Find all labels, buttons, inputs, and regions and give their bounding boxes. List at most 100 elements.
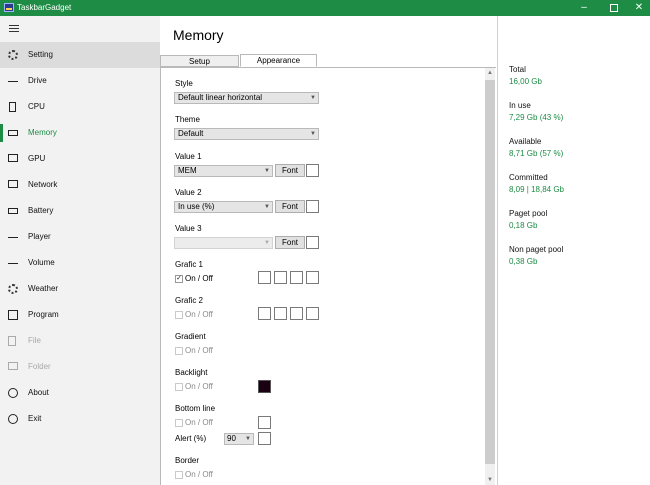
committed-label: Committed	[509, 173, 548, 182]
value1-select[interactable]: MEM ▼	[174, 165, 273, 177]
non-paget-pool-label: Non paget pool	[509, 245, 564, 254]
appearance-panel: Style Default linear horizontal ▼ Theme D…	[160, 67, 496, 485]
vertical-scrollbar[interactable]: ▲ ▼	[485, 68, 495, 485]
tab-appearance[interactable]: Appearance	[240, 54, 317, 67]
chevron-down-icon: ▼	[264, 204, 270, 210]
scrollbar-thumb[interactable]	[485, 80, 495, 464]
grafic1-color-1[interactable]	[258, 271, 271, 284]
sidebar-item-label: About	[28, 388, 49, 397]
memory-stats-panel: Total 16,00 Gb In use 7,29 Gb (43 %) Ava…	[497, 16, 650, 485]
chevron-down-icon: ▼	[245, 436, 251, 442]
folder-icon	[8, 362, 18, 370]
chevron-down-icon: ▼	[264, 168, 270, 174]
sidebar-item-label: GPU	[28, 154, 46, 163]
bottom-line-color-box[interactable]	[258, 416, 271, 429]
border-checkbox[interactable]	[175, 471, 183, 479]
paget-pool-label: Paget pool	[509, 209, 548, 218]
sidebar: Setting Drive CPU Memory GPU Network Bat…	[0, 16, 160, 485]
theme-select-value: Default	[178, 129, 204, 138]
scroll-up-arrow-icon[interactable]: ▲	[485, 68, 495, 78]
maximize-button[interactable]	[599, 0, 627, 16]
value2-color-box[interactable]	[306, 200, 319, 213]
paget-pool-value: 0,18 Gb	[509, 221, 538, 230]
style-select-value: Default linear horizontal	[178, 93, 263, 102]
theme-label: Theme	[175, 115, 200, 124]
gradient-checkbox[interactable]	[175, 347, 183, 355]
sidebar-item-memory[interactable]: Memory	[0, 120, 160, 146]
grafic2-color-1[interactable]	[258, 307, 271, 320]
sidebar-item-cpu[interactable]: CPU	[0, 94, 160, 120]
grafic1-color-2[interactable]	[274, 271, 287, 284]
sidebar-item-file[interactable]: File	[0, 328, 160, 354]
selected-indicator	[0, 124, 3, 142]
sidebar-item-network[interactable]: Network	[0, 172, 160, 198]
value2-font-button[interactable]: Font	[275, 200, 305, 213]
sidebar-item-weather[interactable]: Weather	[0, 276, 160, 302]
sidebar-item-exit[interactable]: Exit	[0, 406, 160, 432]
chevron-down-icon: ▼	[264, 240, 270, 246]
sidebar-item-setting[interactable]: Setting	[0, 42, 160, 68]
grafic1-toggle-label: On / Off	[185, 274, 213, 283]
border-label: Border	[175, 456, 200, 465]
value2-select[interactable]: In use (%) ▼	[174, 201, 273, 213]
value1-label: Value 1	[175, 152, 202, 161]
in-use-label: In use	[509, 101, 531, 110]
weather-icon	[8, 284, 18, 294]
sidebar-item-about[interactable]: About	[0, 380, 160, 406]
grafic1-color-4[interactable]	[306, 271, 319, 284]
sidebar-item-label: Folder	[28, 362, 51, 371]
info-icon	[8, 388, 18, 398]
bottom-line-toggle-label: On / Off	[185, 418, 213, 427]
value2-label: Value 2	[175, 188, 202, 197]
grafic1-color-3[interactable]	[290, 271, 303, 284]
cpu-icon	[9, 102, 16, 112]
sidebar-item-label: Network	[28, 180, 58, 189]
value3-font-button[interactable]: Font	[275, 236, 305, 249]
sidebar-item-folder[interactable]: Folder	[0, 354, 160, 380]
alert-select-value: 90	[227, 434, 236, 443]
value2-select-value: In use (%)	[178, 202, 215, 211]
gradient-toggle-label: On / Off	[185, 346, 213, 355]
border-toggle-label: On / Off	[185, 470, 213, 479]
battery-icon	[8, 208, 18, 214]
sidebar-item-program[interactable]: Program	[0, 302, 160, 328]
chevron-down-icon: ▼	[310, 131, 316, 137]
minimize-button[interactable]: –	[570, 0, 598, 16]
value3-color-box[interactable]	[306, 236, 319, 249]
close-button[interactable]: ✕	[625, 0, 650, 16]
value1-color-box[interactable]	[306, 164, 319, 177]
backlight-checkbox[interactable]	[175, 383, 183, 391]
style-select[interactable]: Default linear horizontal ▼	[174, 92, 319, 104]
sidebar-item-battery[interactable]: Battery	[0, 198, 160, 224]
grafic2-color-4[interactable]	[306, 307, 319, 320]
bottom-line-checkbox[interactable]	[175, 419, 183, 427]
sidebar-item-gpu[interactable]: GPU	[0, 146, 160, 172]
grafic2-color-2[interactable]	[274, 307, 287, 320]
sidebar-item-volume[interactable]: Volume	[0, 250, 160, 276]
sidebar-item-label: Battery	[28, 206, 54, 215]
alert-select[interactable]: 90 ▼	[224, 433, 254, 445]
gradient-label: Gradient	[175, 332, 206, 341]
backlight-color-box[interactable]	[258, 380, 271, 393]
page-title: Memory	[173, 27, 224, 43]
available-label: Available	[509, 137, 542, 146]
value1-font-button[interactable]: Font	[275, 164, 305, 177]
sidebar-item-player[interactable]: Player	[0, 224, 160, 250]
alert-color-box[interactable]	[258, 432, 271, 445]
non-paget-pool-value: 0,38 Gb	[509, 257, 538, 266]
scroll-down-arrow-icon[interactable]: ▼	[485, 475, 495, 485]
gpu-icon	[8, 154, 18, 162]
tab-setup[interactable]: Setup	[160, 55, 239, 67]
grafic2-color-3[interactable]	[290, 307, 303, 320]
theme-select[interactable]: Default ▼	[174, 128, 319, 140]
grafic2-checkbox[interactable]	[175, 311, 183, 319]
value3-select[interactable]: ▼	[174, 237, 273, 249]
sidebar-item-label: Memory	[28, 128, 57, 137]
sidebar-item-label: Program	[28, 310, 59, 319]
gear-icon	[8, 50, 18, 60]
sidebar-item-drive[interactable]: Drive	[0, 68, 160, 94]
style-label: Style	[175, 79, 193, 88]
hamburger-menu-icon[interactable]	[9, 25, 19, 33]
grafic1-checkbox[interactable]: ✓	[175, 275, 183, 283]
in-use-value: 7,29 Gb (43 %)	[509, 113, 564, 122]
